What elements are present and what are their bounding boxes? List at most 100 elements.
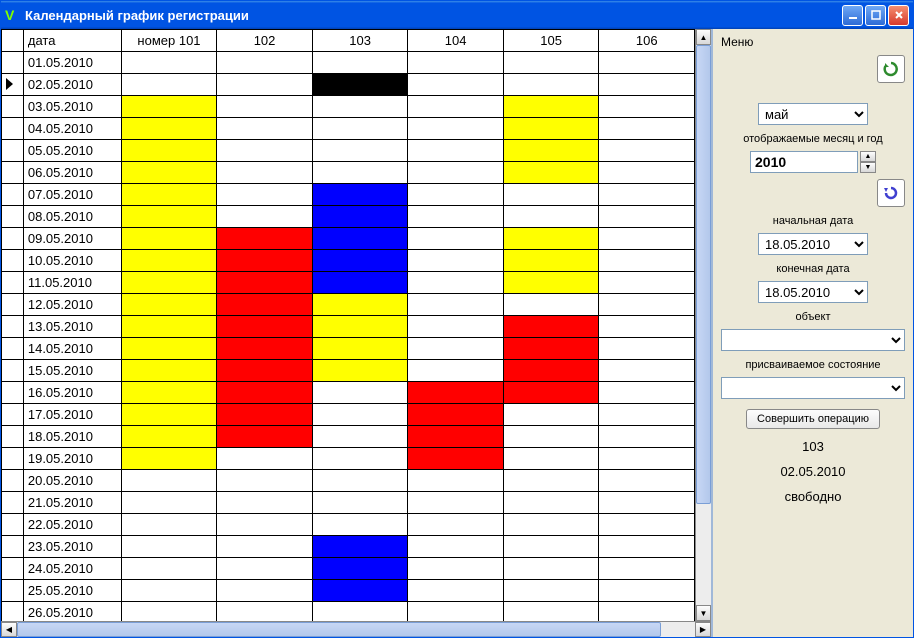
room-cell[interactable] [121,206,217,228]
room-cell[interactable] [217,338,313,360]
room-cell[interactable] [599,206,695,228]
table-row[interactable]: 25.05.2010 [2,580,695,602]
room-cell[interactable] [217,602,313,622]
table-row[interactable]: 05.05.2010 [2,140,695,162]
room-cell[interactable] [599,272,695,294]
room-cell[interactable] [121,404,217,426]
date-cell[interactable]: 14.05.2010 [23,338,121,360]
room-cell[interactable] [599,294,695,316]
room-cell[interactable] [503,514,599,536]
row-header[interactable] [2,404,24,426]
room-cell[interactable] [217,404,313,426]
date-cell[interactable]: 22.05.2010 [23,514,121,536]
room-cell[interactable] [408,140,504,162]
menu-label[interactable]: Меню [721,35,905,49]
room-cell[interactable] [408,338,504,360]
room-cell[interactable] [312,294,408,316]
room-cell[interactable] [217,558,313,580]
vertical-scroll-thumb[interactable] [696,45,711,504]
room-cell[interactable] [121,74,217,96]
room-cell[interactable] [121,536,217,558]
room-cell[interactable] [312,558,408,580]
date-cell[interactable]: 18.05.2010 [23,426,121,448]
room-cell[interactable] [312,536,408,558]
room-cell[interactable] [599,338,695,360]
table-row[interactable]: 17.05.2010 [2,404,695,426]
room-cell[interactable] [121,492,217,514]
room-cell[interactable] [503,162,599,184]
date-cell[interactable]: 04.05.2010 [23,118,121,140]
room-cell[interactable] [503,426,599,448]
room-cell[interactable] [217,162,313,184]
room-cell[interactable] [599,96,695,118]
room-cell[interactable] [599,470,695,492]
object-select[interactable] [721,329,905,351]
room-cell[interactable] [121,470,217,492]
room-cell[interactable] [312,206,408,228]
room-cell[interactable] [408,206,504,228]
room-cell[interactable] [312,74,408,96]
horizontal-scrollbar[interactable]: ◀ ▶ [1,621,711,637]
room-cell[interactable] [121,162,217,184]
room-cell[interactable] [503,206,599,228]
room-cell[interactable] [503,338,599,360]
room-cell[interactable] [408,184,504,206]
room-cell[interactable] [312,184,408,206]
room-cell[interactable] [121,140,217,162]
date-cell[interactable]: 09.05.2010 [23,228,121,250]
room-cell[interactable] [121,514,217,536]
room-cell[interactable] [121,580,217,602]
state-select[interactable] [721,377,905,399]
date-cell[interactable]: 02.05.2010 [23,74,121,96]
room-cell[interactable] [217,294,313,316]
row-header[interactable] [2,316,24,338]
room-cell[interactable] [599,316,695,338]
room-cell[interactable] [503,492,599,514]
room-cell[interactable] [217,360,313,382]
room-cell[interactable] [312,404,408,426]
table-row[interactable]: 15.05.2010 [2,360,695,382]
year-input[interactable]: 2010 [750,151,858,173]
table-row[interactable]: 06.05.2010 [2,162,695,184]
column-header[interactable]: 102 [217,30,313,52]
close-button[interactable] [888,5,909,26]
start-date-select[interactable]: 18.05.2010 [758,233,868,255]
room-cell[interactable] [312,162,408,184]
room-cell[interactable] [408,228,504,250]
table-row[interactable]: 18.05.2010 [2,426,695,448]
date-cell[interactable]: 26.05.2010 [23,602,121,622]
maximize-button[interactable] [865,5,886,26]
room-cell[interactable] [599,602,695,622]
room-cell[interactable] [217,228,313,250]
room-cell[interactable] [312,382,408,404]
submit-button[interactable]: Совершить операцию [746,409,880,429]
room-cell[interactable] [121,294,217,316]
room-cell[interactable] [503,448,599,470]
room-cell[interactable] [217,514,313,536]
row-header[interactable] [2,184,24,206]
row-header[interactable] [2,360,24,382]
table-row[interactable]: 01.05.2010 [2,52,695,74]
row-header[interactable] [2,52,24,74]
room-cell[interactable] [503,74,599,96]
table-row[interactable]: 24.05.2010 [2,558,695,580]
row-header[interactable] [2,294,24,316]
room-cell[interactable] [121,558,217,580]
room-cell[interactable] [503,382,599,404]
row-header[interactable] [2,514,24,536]
room-cell[interactable] [408,536,504,558]
row-header[interactable] [2,74,24,96]
room-cell[interactable] [312,250,408,272]
room-cell[interactable] [503,602,599,622]
minimize-button[interactable] [842,5,863,26]
room-cell[interactable] [312,426,408,448]
horizontal-scroll-thumb[interactable] [17,622,661,637]
room-cell[interactable] [599,492,695,514]
room-cell[interactable] [408,294,504,316]
room-cell[interactable] [408,470,504,492]
column-header[interactable]: дата [23,30,121,52]
table-row[interactable]: 03.05.2010 [2,96,695,118]
table-row[interactable]: 14.05.2010 [2,338,695,360]
room-cell[interactable] [408,52,504,74]
room-cell[interactable] [217,184,313,206]
